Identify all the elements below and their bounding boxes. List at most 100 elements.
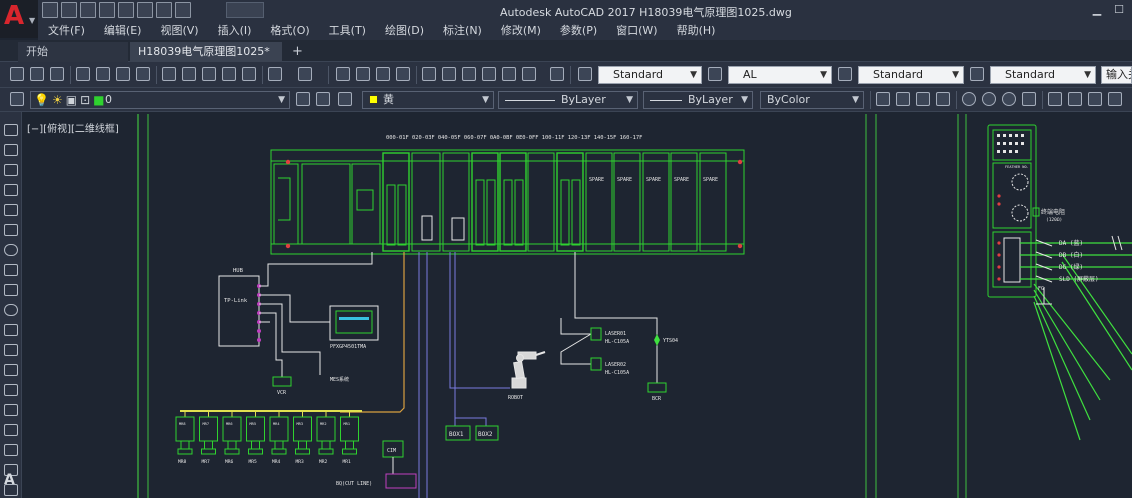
dg-label: DG (绿) [1059,263,1083,271]
chevron-down-icon: ▼ [29,16,36,25]
status-leds [285,159,743,249]
servo-top-label: MR5 [250,422,257,426]
servo-drive[interactable]: MR8 MR8 [175,412,195,465]
laser01-model: HL-C105A [605,339,629,345]
robot-base [511,377,527,389]
servo-motor-lead [180,441,190,449]
servo-top-label: MR4 [273,422,280,426]
laser02-label: LASER02 [605,362,626,368]
servo-motor [201,448,216,455]
rotary-switch-icon[interactable] [1011,204,1029,222]
hub-label: HUB [233,268,244,274]
spare-slot-2 [613,152,641,252]
cim-label: CIM [387,448,396,454]
spare-slot-1 [585,152,613,252]
cc-link-lines [1020,242,1132,441]
servo-motor [177,448,193,455]
servo-drive-body [293,416,312,442]
plc-rack-frame [270,149,745,255]
cut-line-label: BQ(CUT LINE) [336,481,372,487]
tplink-label: TP-Link [224,298,248,304]
station-no-label: FEATHER NO. [1005,165,1029,169]
spare-slot-5 [699,152,727,252]
servo-drive-body [199,416,218,442]
servo-motor-lead [204,441,213,449]
servo-tag-label: MR3 [296,459,305,465]
led-indicator [285,159,291,165]
application-menu-button[interactable]: A ▼ [0,0,38,38]
servo-drive[interactable]: MR1 MR1 [340,412,359,465]
terminal-strip [475,179,485,246]
servo-motor [248,448,263,455]
spare-label: SPARE [646,177,661,183]
power-supply-module [273,163,299,245]
comm-port [356,189,374,211]
vcr-label: VCR [277,390,287,396]
hub-box[interactable] [218,275,260,347]
cpu-module [301,163,351,245]
comm-module [351,163,381,245]
servo-drive-body [269,416,289,442]
laser01-label: LASER01 [605,331,626,337]
bcr-label: BCR [652,396,662,402]
servo-tag-label: MR8 [178,459,187,465]
terminal-strip [503,179,513,246]
station-display-dots [997,134,1024,153]
terminal-resistor-value: (120Ω) [1046,217,1062,223]
servo-drive[interactable]: MR5 MR5 [246,412,265,465]
servo-top-label: MR1 [344,422,351,426]
servo-drive[interactable]: MR4 MR4 [269,412,289,465]
box1-label: BOX1 [449,431,464,438]
servo-drive[interactable]: MR7 MR7 [199,412,218,465]
servo-motor [224,448,240,455]
laser02-sensor[interactable] [590,357,602,371]
vcr-box[interactable] [272,376,292,387]
servo-motor-lead [274,441,284,449]
spare-label: SPARE [589,177,604,183]
connector-block [451,217,465,241]
autocad-logo-icon: A [4,1,25,31]
robot-label: ROBOT [508,395,523,401]
hmi-screen [335,310,373,334]
servo-motor-lead [251,441,260,449]
mes-label: MES系统 [330,376,349,383]
sld-label: SLD (屏蔽层) [1059,275,1099,283]
servo-drive[interactable]: MR2 MR2 [316,412,336,465]
servo-tag-label: MR5 [249,459,258,465]
servo-motor-lead [321,441,331,449]
io-module-3 [442,152,470,252]
laser01-sensor[interactable] [590,327,602,341]
servo-motor [318,448,334,455]
servo-drive-body [175,416,195,442]
servo-drives: MR8MR8MR7MR7MR6MR6MR5MR5MR4MR4MR3MR3MR2M… [175,412,359,465]
bcr-box[interactable] [647,382,667,393]
servo-motor-lead [227,441,237,449]
hmi-display-bar [339,317,369,320]
rotary-switch-icon[interactable] [1011,173,1029,191]
servo-motor-lead [298,441,307,449]
connector-block [421,215,433,241]
ethernet-wires [259,252,373,377]
io-module-2 [411,152,441,252]
servo-tag-label: MR6 [225,459,234,465]
servo-drive[interactable]: MR3 MR3 [293,412,312,465]
laser02-model: HL-C105A [605,370,629,376]
terminal-strip [486,179,496,246]
servo-motor [342,448,357,455]
station-leds [997,194,1001,281]
io-address-header: 000-01F 020-03F 040-05F 060-07F 0A0-0BF … [386,135,642,141]
servo-drive[interactable]: MR6 MR6 [222,412,242,465]
cut-line-box[interactable] [385,473,417,489]
spare-labels: SPARE SPARE SPARE SPARE SPARE [589,177,718,183]
servo-tag-label: MR1 [343,459,352,465]
servo-motor [295,448,310,455]
spare-label: SPARE [703,177,718,183]
robot-arm-icon[interactable] [511,351,546,389]
servo-drive-body [340,416,359,442]
hmi-label: PFXGP4501TMA [330,344,366,350]
robot-joint [516,354,524,362]
plc-rack[interactable] [270,149,745,255]
servo-tag-label: MR2 [319,459,328,465]
autocad-window: Autodesk AutoCAD 2017 H18039电气原理图1025.dw… [0,0,1132,498]
servo-tag-label: MR7 [202,459,211,465]
